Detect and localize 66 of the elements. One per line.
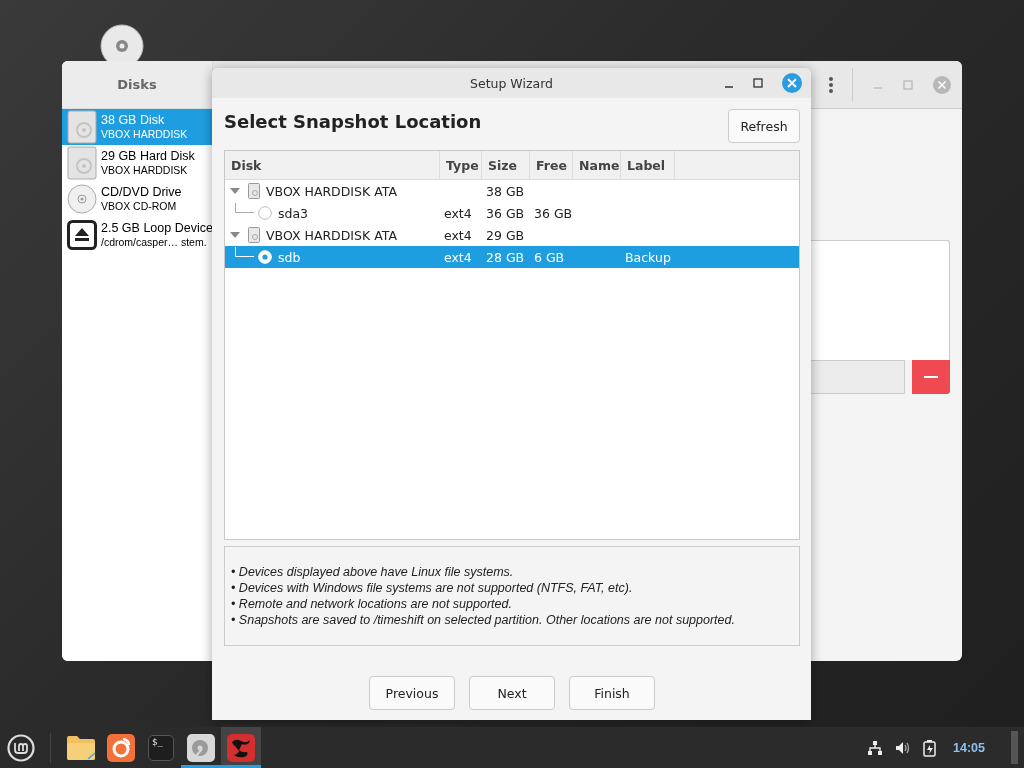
table-cell: ext4 xyxy=(444,227,472,243)
minus-icon xyxy=(924,376,938,378)
device-model: VBOX CD-ROM xyxy=(101,200,178,213)
device-name: CD/DVD Drive xyxy=(101,185,182,200)
tree-row[interactable]: sda3 ext4 36 GB 36 GB xyxy=(225,202,799,224)
page-heading: Select Snapshot Location xyxy=(224,111,482,132)
note-text: • Remote and network locations are not supported. xyxy=(231,596,513,612)
table-cell: 36 GB xyxy=(534,205,573,221)
eject-icon xyxy=(67,220,97,250)
device-name: 29 GB Hard Disk xyxy=(101,149,195,164)
remove-button[interactable] xyxy=(912,360,950,394)
battery-icon[interactable] xyxy=(923,738,937,757)
device-model: VBOX HARDDISK xyxy=(101,164,189,177)
column-header[interactable]: Free xyxy=(530,151,573,179)
note-text: • Snapshots are saved to /timeshift on selected partition. Other locations are not supported. xyxy=(231,612,736,628)
tree-row[interactable]: VBOX HARDDISK ATA ext4 29 GB xyxy=(225,224,799,246)
device-item[interactable]: 2.5 GB Loop Device /cdrom/casper… stem. xyxy=(62,217,212,253)
device-item[interactable]: CD/DVD Drive VBOX CD-ROM xyxy=(62,181,212,217)
menu-logo-icon[interactable] xyxy=(7,733,35,762)
network-icon[interactable] xyxy=(867,739,883,756)
nav-button[interactable]: Next xyxy=(469,676,555,710)
table-cell: VBOX HARDDISK ATA xyxy=(266,183,397,199)
taskbar-app[interactable]: $_ xyxy=(141,727,181,768)
table-cell: 38 GB xyxy=(486,183,525,199)
taskbar-app[interactable] xyxy=(221,727,261,768)
note-text: • Devices with Windows file systems are not supported (NTFS, FAT, etc). xyxy=(231,580,634,596)
table-cell: ext4 xyxy=(444,249,472,265)
window-title: Disks xyxy=(62,61,212,109)
clock[interactable]: 14:05 xyxy=(953,740,985,755)
menu-icon[interactable] xyxy=(828,75,834,94)
nav-button[interactable]: Previous xyxy=(369,676,455,710)
column-header[interactable]: Type xyxy=(440,151,482,179)
table-cell: sda3 xyxy=(278,205,309,221)
expander-icon[interactable] xyxy=(230,230,240,240)
column-header[interactable]: Label xyxy=(621,151,675,179)
nav-button[interactable]: Finish xyxy=(569,676,655,710)
close-icon[interactable] xyxy=(782,73,802,93)
browser-icon xyxy=(107,733,135,762)
device-item[interactable]: 29 GB Hard Disk VBOX HARDDISK xyxy=(62,145,212,181)
device-model: VBOX HARDDISK xyxy=(101,128,188,141)
table-cell: 28 GB xyxy=(486,249,525,265)
folder-icon xyxy=(66,734,96,761)
table-cell: sdb xyxy=(278,249,301,265)
column-header[interactable]: Name xyxy=(573,151,621,179)
note-text: • Devices displayed above have Linux file systems. xyxy=(231,564,515,580)
table-cell: Backup xyxy=(625,249,671,265)
tree-row[interactable]: VBOX HARDDISK ATA 38 GB xyxy=(225,180,799,202)
logo-icon xyxy=(227,733,255,762)
table-cell: 6 GB xyxy=(534,249,565,265)
input-field[interactable] xyxy=(809,360,905,394)
column-header[interactable]: Disk xyxy=(225,151,440,179)
table-cell: VBOX HARDDISK ATA xyxy=(266,227,397,243)
device-model: /cdrom/casper… stem. xyxy=(101,236,208,249)
disc-icon xyxy=(67,184,97,214)
table-cell: 29 GB xyxy=(486,227,525,243)
refresh-button[interactable]: Refresh xyxy=(728,109,800,143)
table-cell: ext4 xyxy=(444,205,472,221)
terminal-icon: $_ xyxy=(148,734,174,761)
device-name: 2.5 GB Loop Device xyxy=(101,221,213,236)
table-cell: 36 GB xyxy=(486,205,525,221)
maximize-icon[interactable] xyxy=(753,78,763,88)
expander-icon[interactable] xyxy=(230,186,240,196)
window-title: Setup Wizard xyxy=(470,75,553,91)
column-header[interactable]: Size xyxy=(482,151,530,179)
device-name: 38 GB Disk xyxy=(101,113,166,128)
radio-button[interactable] xyxy=(258,206,272,220)
